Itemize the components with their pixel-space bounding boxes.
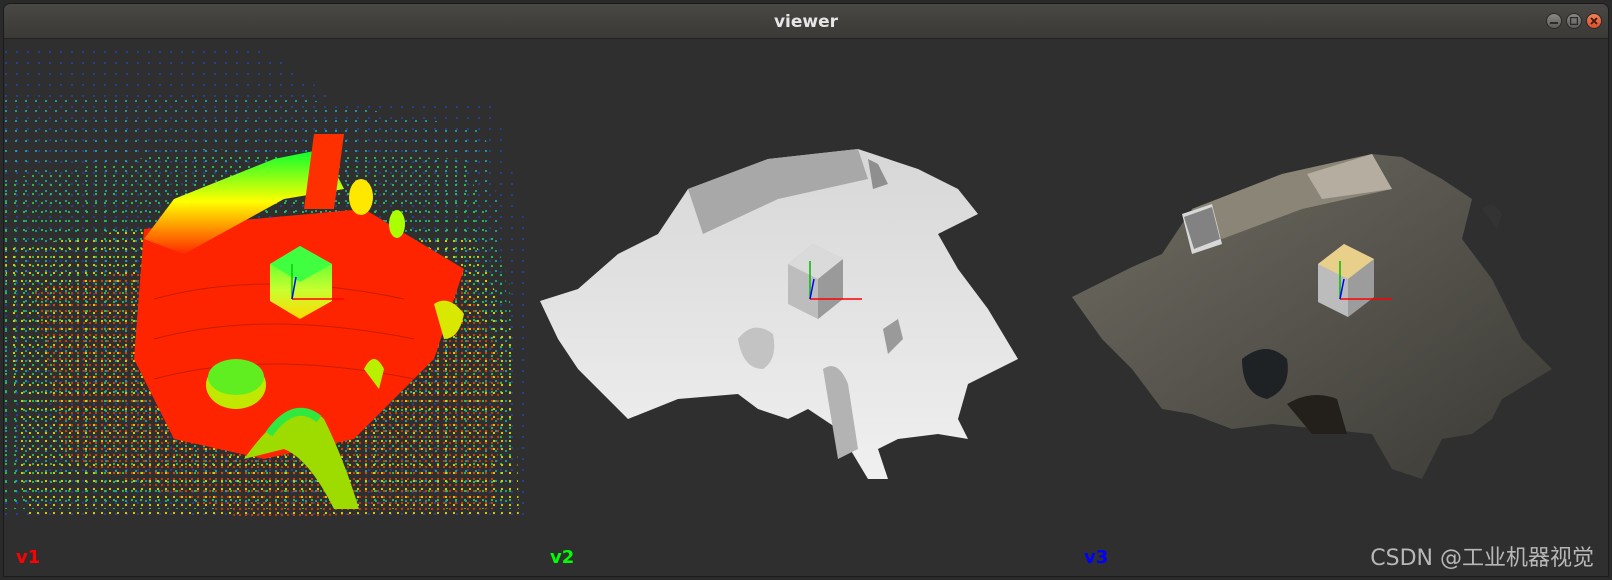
point-cloud-render[interactable] — [4, 39, 538, 576]
viewport-v3[interactable]: v3 CSDN @工业机器视觉 — [1072, 39, 1608, 576]
mesh-render[interactable] — [538, 39, 1072, 576]
textured-mesh-render[interactable] — [1072, 39, 1608, 576]
window-controls — [1546, 13, 1602, 29]
viewport-v2[interactable]: v2 — [538, 39, 1072, 576]
maximize-icon[interactable] — [1566, 13, 1582, 29]
watermark-text: CSDN @工业机器视觉 — [1370, 546, 1594, 571]
minimize-icon[interactable] — [1546, 13, 1562, 29]
viewer-window: viewer v1 v2 v3 CSDN @工业机器视觉 — [4, 4, 1608, 576]
viewport-v1[interactable]: v1 — [4, 39, 538, 576]
viewport-label-v3: v3 — [1084, 547, 1109, 568]
title-bar[interactable]: viewer — [4, 4, 1608, 39]
window-title: viewer — [773, 12, 839, 32]
viewport-label-v2: v2 — [550, 547, 575, 568]
viewport-label-v1: v1 — [16, 547, 41, 568]
close-icon[interactable] — [1586, 13, 1602, 29]
